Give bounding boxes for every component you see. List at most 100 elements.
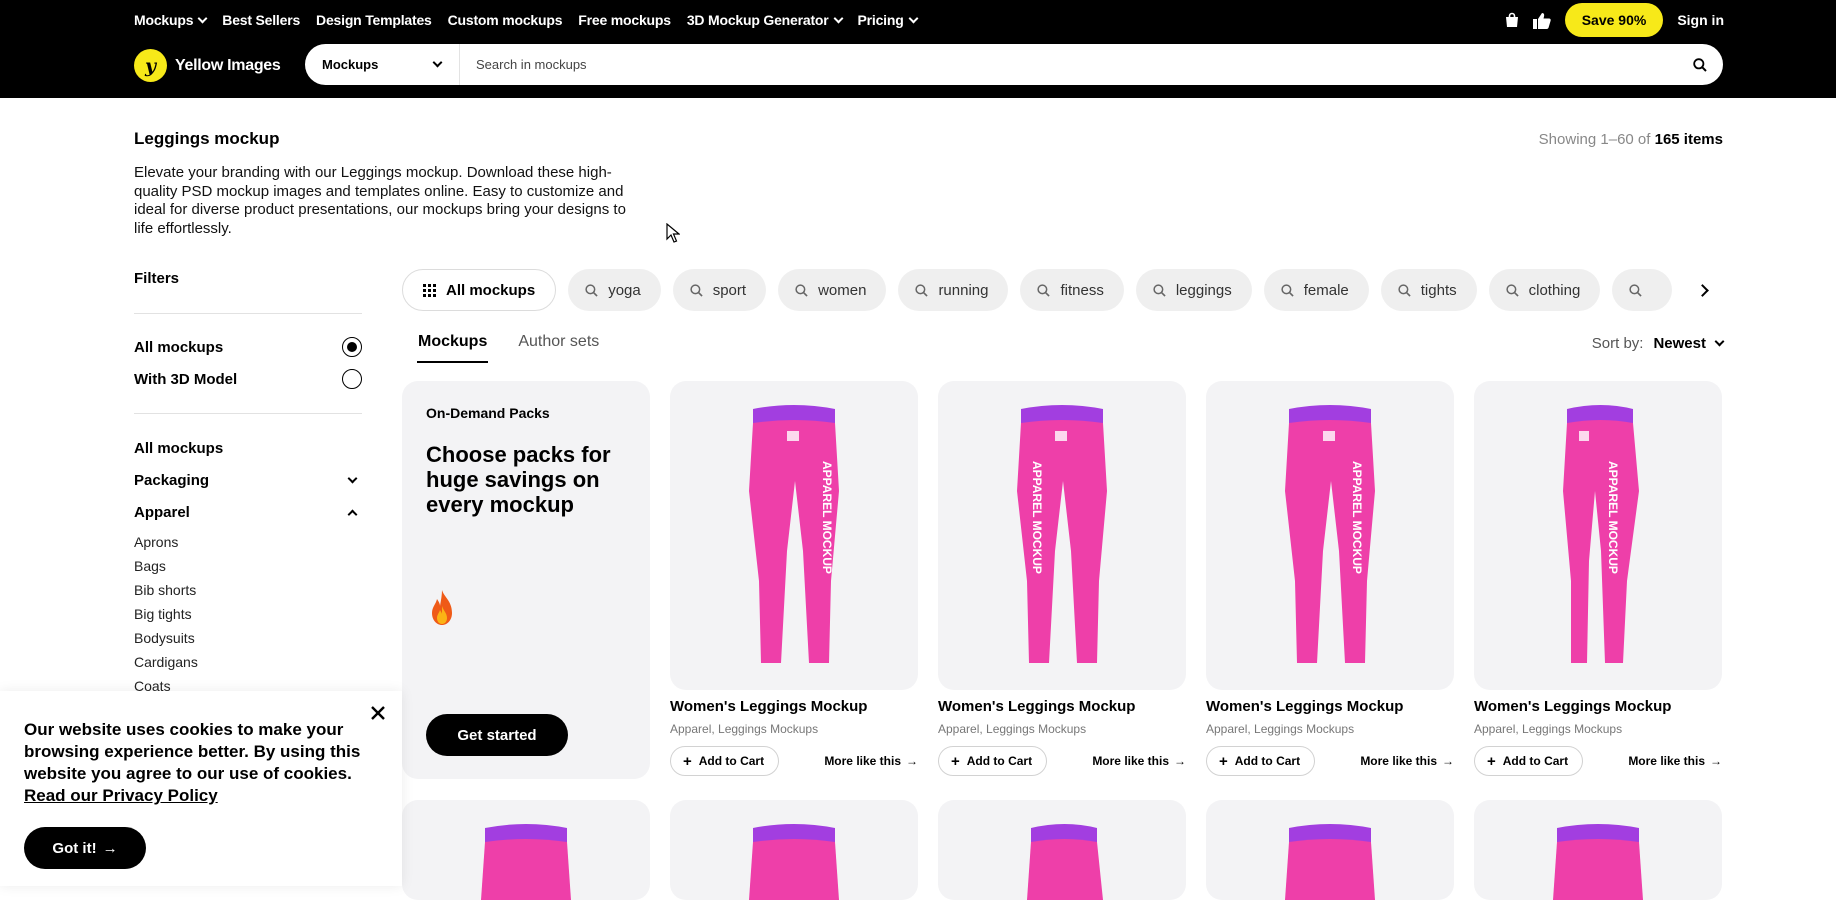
nav-item-design-templates[interactable]: Design Templates	[316, 12, 432, 28]
nav-item-free-mockups[interactable]: Free mockups	[578, 12, 671, 28]
search-icon	[1153, 283, 1166, 297]
subcategory-cardigans[interactable]: Cardigans	[134, 654, 198, 670]
product-print-text: APPAREL MOCKUP	[1350, 461, 1364, 574]
product-title[interactable]: Women's Leggings Mockup	[670, 698, 918, 715]
product-image[interactable]: APPAREL MOCKUP	[670, 381, 918, 690]
chip-tag[interactable]: women	[778, 269, 887, 311]
sort-control[interactable]: Sort by: Newest	[1592, 335, 1725, 352]
promo-title: Choose packs for huge savings on every m…	[426, 442, 611, 517]
radio-unselected[interactable]	[342, 369, 362, 389]
results-count: Showing 1–60 of 165 items	[1538, 131, 1723, 148]
arrow-right-icon: →	[906, 754, 918, 768]
chevron-down-icon	[1714, 336, 1725, 347]
search-icon	[1398, 283, 1411, 297]
plus-icon: +	[683, 752, 692, 770]
privacy-policy-link[interactable]: Read our Privacy Policy	[24, 786, 218, 805]
chip-tag[interactable]: leggings	[1135, 269, 1252, 311]
page-title: Leggings mockup	[134, 129, 280, 148]
product-card[interactable]	[670, 800, 918, 900]
chevron-right-icon	[1695, 283, 1709, 297]
arrow-right-icon: →	[102, 839, 118, 857]
nav-item-pricing[interactable]: Pricing	[858, 12, 919, 28]
product-category: Apparel, Leggings Mockups	[1206, 722, 1355, 736]
leggings-image	[1027, 824, 1103, 900]
arrow-right-icon: →	[1174, 754, 1186, 768]
search-icon	[1693, 57, 1707, 72]
nav-item-mockups[interactable]: Mockups	[134, 12, 208, 28]
product-card[interactable]: APPAREL MOCKUP Women's Leggings Mockup A…	[670, 381, 918, 776]
subcategory-bodysuits[interactable]: Bodysuits	[134, 630, 195, 646]
category-apparel[interactable]: Apparel	[134, 504, 362, 521]
subcategory-bags[interactable]: Bags	[134, 558, 166, 574]
chip-all-mockups[interactable]: All mockups	[402, 269, 557, 311]
plus-icon: +	[1487, 752, 1496, 770]
leggings-image: APPAREL MOCKUP	[1285, 404, 1375, 663]
save-90-button[interactable]: Save 90%	[1564, 3, 1664, 37]
nav-item-3d-generator[interactable]: 3D Mockup Generator	[687, 12, 843, 28]
add-to-cart-button[interactable]: + Add to Cart	[1474, 746, 1584, 776]
search-bar: Mockups	[305, 44, 1723, 85]
tag-chips: All mockups yoga sport women running fit…	[402, 269, 1722, 312]
add-to-cart-button[interactable]: + Add to Cart	[938, 746, 1048, 776]
category-packaging[interactable]: Packaging	[134, 472, 362, 489]
product-image[interactable]: APPAREL MOCKUP	[938, 381, 1186, 690]
product-print-text: APPAREL MOCKUP	[820, 461, 834, 574]
chip-tag[interactable]: sport	[672, 269, 767, 311]
cookie-banner: Our website uses cookies to make your br…	[0, 691, 402, 886]
subcategory-aprons[interactable]: Aprons	[134, 534, 178, 550]
chevron-down-icon	[432, 57, 443, 68]
got-it-button[interactable]: Got it! →	[24, 827, 146, 869]
shopping-bag-icon[interactable]	[1505, 12, 1519, 28]
search-category-select[interactable]: Mockups	[305, 44, 460, 85]
chip-tag[interactable]: running	[898, 269, 1009, 311]
category-all-mockups[interactable]: All mockups	[134, 440, 362, 457]
tab-mockups[interactable]: Mockups	[416, 333, 489, 363]
radio-selected[interactable]	[342, 337, 362, 357]
product-card[interactable]	[402, 800, 650, 900]
subcategory-big-tights[interactable]: Big tights	[134, 606, 192, 622]
chips-next-button[interactable]	[1681, 269, 1723, 311]
nav-item-best-sellers[interactable]: Best Sellers	[222, 12, 300, 28]
product-title[interactable]: Women's Leggings Mockup	[1474, 698, 1722, 715]
filter-all-mockups[interactable]: All mockups	[134, 337, 362, 357]
nav-item-custom-mockups[interactable]: Custom mockups	[448, 12, 563, 28]
add-to-cart-button[interactable]: + Add to Cart	[670, 746, 780, 776]
leggings-image	[749, 824, 839, 900]
product-image[interactable]: APPAREL MOCKUP	[1206, 381, 1454, 690]
chip-tag[interactable]: yoga	[568, 269, 661, 311]
chip-tag[interactable]: female	[1263, 269, 1369, 311]
search-icon	[1037, 283, 1051, 297]
thumbs-up-icon[interactable]	[1532, 12, 1551, 29]
product-image[interactable]: APPAREL MOCKUP	[1474, 381, 1722, 690]
search-input[interactable]	[460, 44, 1677, 85]
mouse-cursor-icon	[666, 223, 680, 243]
product-card[interactable]: APPAREL MOCKUP Women's Leggings Mockup A…	[1474, 381, 1722, 776]
logo[interactable]: y Yellow Images	[134, 49, 281, 82]
subcategory-bib-shorts[interactable]: Bib shorts	[134, 582, 196, 598]
divider	[134, 313, 362, 314]
sign-in-link[interactable]: Sign in	[1677, 12, 1724, 28]
top-right-actions: Save 90% Sign in	[1505, 3, 1724, 37]
search-icon	[1629, 283, 1642, 297]
product-card[interactable]: APPAREL MOCKUP Women's Leggings Mockup A…	[938, 381, 1186, 776]
product-card[interactable]	[1206, 800, 1454, 900]
product-card[interactable]	[1474, 800, 1722, 900]
more-like-this-link[interactable]: More like this →	[1628, 754, 1722, 768]
product-card[interactable]	[938, 800, 1186, 900]
more-like-this-link[interactable]: More like this →	[1092, 754, 1186, 768]
tab-author-sets[interactable]: Author sets	[518, 333, 599, 363]
more-like-this-link[interactable]: More like this →	[1360, 754, 1454, 768]
add-to-cart-button[interactable]: + Add to Cart	[1206, 746, 1316, 776]
product-title[interactable]: Women's Leggings Mockup	[1206, 698, 1454, 715]
more-like-this-link[interactable]: More like this →	[824, 754, 918, 768]
product-title[interactable]: Women's Leggings Mockup	[938, 698, 1186, 715]
chip-tag[interactable]: clothing	[1488, 269, 1601, 311]
filter-with-3d-model[interactable]: With 3D Model	[134, 369, 362, 389]
chip-tag[interactable]: fitness	[1020, 269, 1124, 311]
chip-tag[interactable]	[1612, 269, 1673, 311]
search-button[interactable]	[1677, 57, 1723, 72]
get-started-button[interactable]: Get started	[426, 714, 568, 756]
chip-tag[interactable]: tights	[1380, 269, 1477, 311]
product-card[interactable]: APPAREL MOCKUP Women's Leggings Mockup A…	[1206, 381, 1454, 776]
chevron-down-icon	[347, 473, 358, 484]
